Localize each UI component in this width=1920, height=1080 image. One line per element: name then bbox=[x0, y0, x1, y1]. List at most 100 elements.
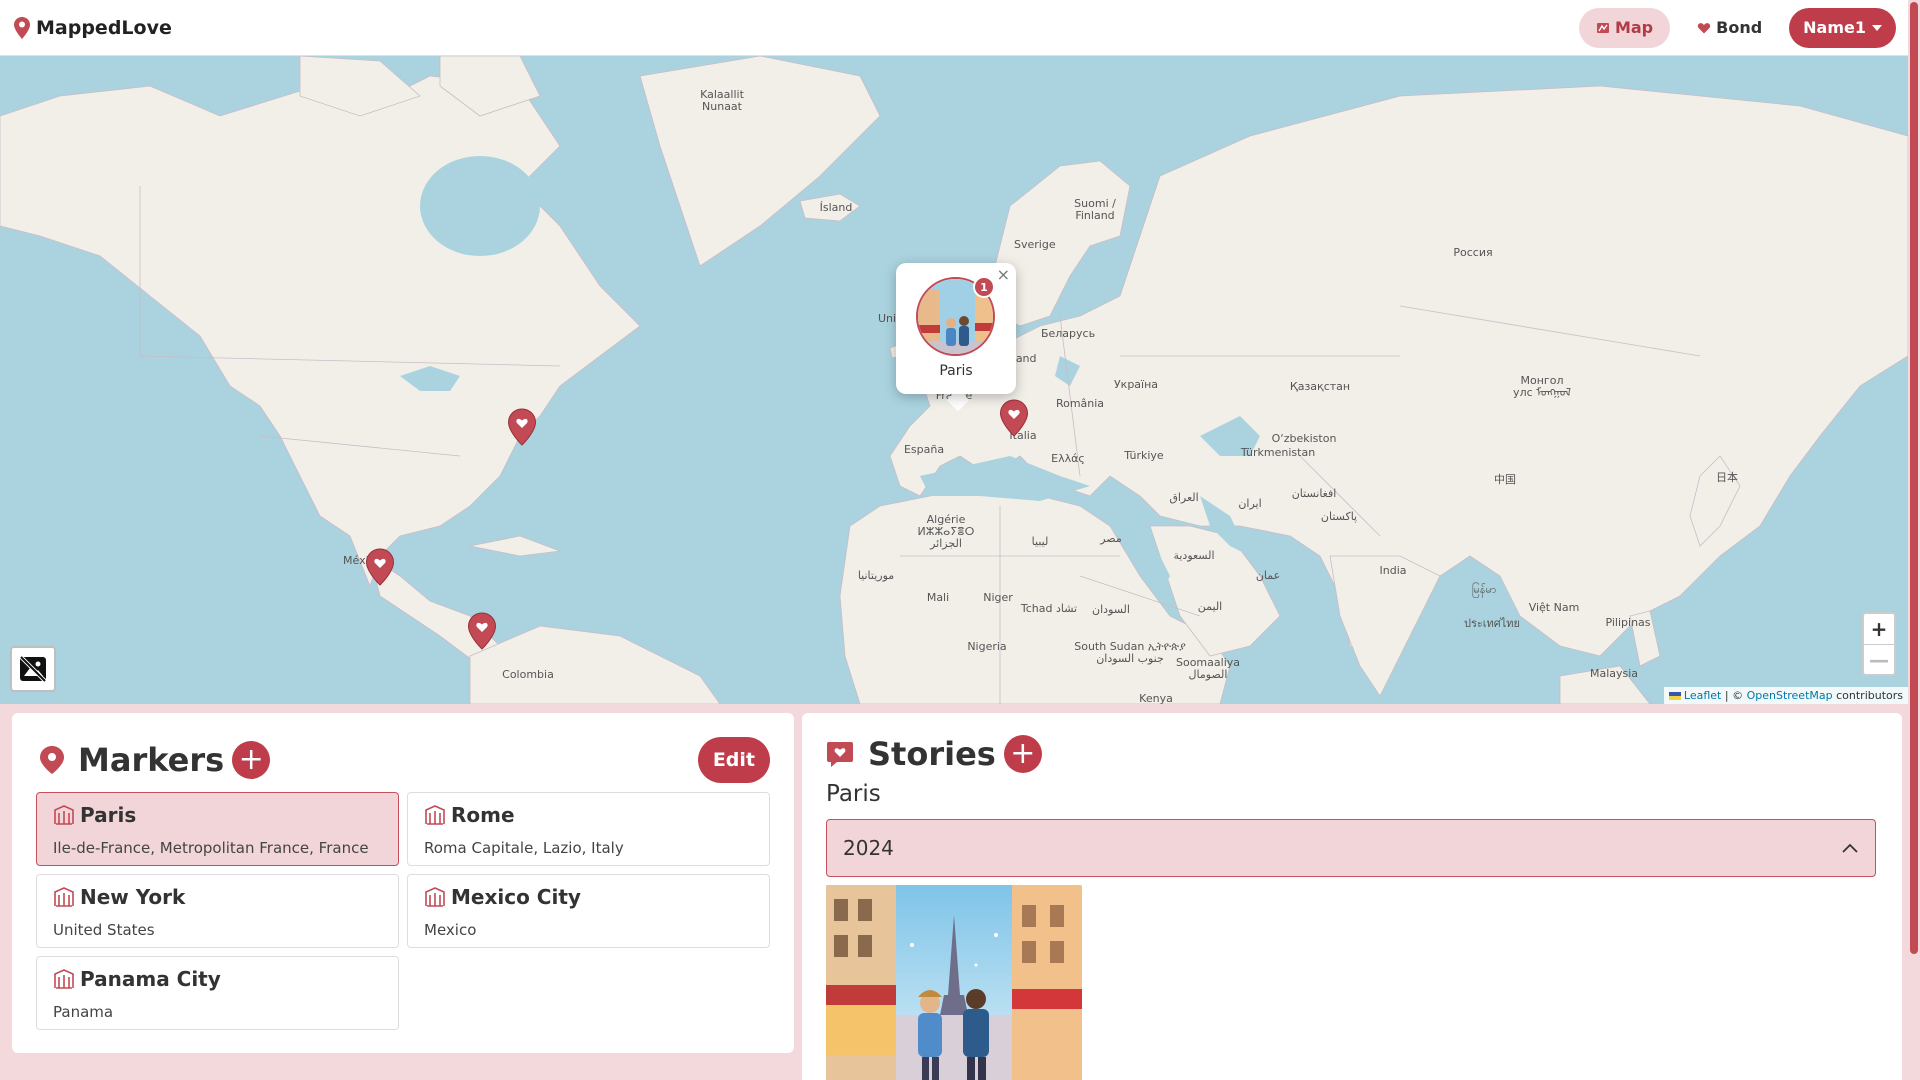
marker-location: United States bbox=[53, 921, 155, 939]
map-label-pilipinas: Pilipinas bbox=[1605, 616, 1651, 629]
building-icon bbox=[425, 887, 445, 907]
attribution-separator: | © bbox=[1721, 689, 1747, 702]
stories-title: Stories bbox=[868, 735, 996, 773]
stories-panel: Stories + Paris 2024 bbox=[802, 713, 1902, 1080]
marker-name: Paris bbox=[80, 803, 137, 827]
couple-in-paris-illustration bbox=[826, 885, 1082, 1080]
map-label-india: India bbox=[1379, 564, 1407, 577]
map-label-sudan: السودان bbox=[1092, 603, 1130, 616]
zoom-in-button[interactable]: + bbox=[1864, 614, 1894, 644]
map-label-libya: ليبيا bbox=[1031, 535, 1049, 548]
marker-name: Rome bbox=[451, 803, 515, 827]
attribution-contributors: contributors bbox=[1832, 689, 1903, 702]
map-label-rossiya: Россия bbox=[1453, 246, 1493, 259]
building-icon bbox=[54, 887, 74, 907]
map-label-espana: España bbox=[903, 443, 945, 456]
popup-title: Paris bbox=[939, 363, 973, 379]
add-marker-button[interactable]: + bbox=[232, 741, 271, 779]
map-label-ellas: Ελλάς bbox=[1051, 452, 1085, 465]
map-label-saudi: السعودية bbox=[1173, 549, 1215, 562]
map-label-uzbekistan: O‘zbekiston bbox=[1271, 432, 1337, 445]
marker-location: Panama bbox=[53, 1003, 114, 1021]
popup-story-count: 1 bbox=[973, 276, 995, 298]
marker-card-paris[interactable]: Paris Ile-de-France, Metropolitan France… bbox=[36, 792, 399, 866]
map-label-zhongguo: 中国 bbox=[1494, 473, 1516, 486]
map-label-misr: مصر bbox=[1100, 532, 1122, 545]
year-label: 2024 bbox=[843, 836, 894, 860]
map-label-iran: ایران bbox=[1238, 497, 1262, 510]
nav-map-label: Map bbox=[1614, 18, 1654, 37]
map-label-thailand: ประเทศไทย bbox=[1463, 617, 1521, 630]
map-pin-icon bbox=[40, 746, 64, 774]
marker-card-panama-city[interactable]: Panama City Panama bbox=[36, 956, 399, 1030]
map-label-kalaallit: Kalaallit Nunaat bbox=[700, 88, 744, 113]
marker-name: Panama City bbox=[80, 967, 221, 991]
zoom-control: + — bbox=[1862, 612, 1896, 676]
stories-place-name: Paris bbox=[826, 781, 881, 807]
image-off-icon bbox=[19, 655, 47, 683]
page-scrollbar[interactable] bbox=[1908, 0, 1920, 1080]
heart-icon bbox=[1697, 22, 1711, 33]
brand[interactable]: MappedLove bbox=[14, 16, 172, 39]
scrollbar-thumb[interactable] bbox=[1910, 2, 1918, 954]
user-menu-button[interactable]: Name1 bbox=[1789, 7, 1896, 48]
marker-card-mexico-city[interactable]: Mexico City Mexico bbox=[407, 874, 770, 948]
map-label-uk: Uni bbox=[878, 312, 897, 325]
chevron-up-icon bbox=[1842, 843, 1858, 853]
marker-location: Ile-de-France, Metropolitan France, Fran… bbox=[53, 839, 369, 857]
map-label-suomi: Suomi / Finland bbox=[1074, 197, 1116, 222]
map-label-pakistan: پاکستان bbox=[1320, 510, 1358, 523]
zoom-out-button[interactable]: — bbox=[1864, 644, 1894, 674]
heart-message-icon bbox=[827, 742, 853, 767]
map-label-island: Ísland bbox=[819, 201, 853, 214]
map-marker-new-york[interactable] bbox=[507, 408, 537, 446]
add-story-button[interactable]: + bbox=[1003, 735, 1042, 773]
edit-markers-button[interactable]: Edit bbox=[697, 737, 770, 783]
map-label-mauritania: موريتانيا bbox=[857, 569, 895, 582]
hide-images-toggle-button[interactable] bbox=[10, 646, 56, 692]
markers-panel: Markers + Edit Paris Ile-de-France, Metr… bbox=[12, 713, 794, 1053]
map-label-turkmenistan: Türkmenistan bbox=[1240, 446, 1316, 459]
map-label-algerie: Algérie ⵍⵣⵣⴰⵢⴻⵔ الجزائر bbox=[917, 513, 975, 550]
map-marker-mexico-city[interactable] bbox=[365, 548, 395, 586]
markers-title: Markers bbox=[78, 741, 225, 779]
ukraine-flag-icon bbox=[1668, 692, 1681, 700]
user-name: Name1 bbox=[1803, 18, 1866, 37]
osm-link[interactable]: OpenStreetMap bbox=[1747, 689, 1833, 702]
marker-name: Mexico City bbox=[451, 885, 581, 909]
marker-card-new-york[interactable]: New York United States bbox=[36, 874, 399, 948]
story-thumbnail[interactable] bbox=[826, 885, 1082, 1080]
marker-name: New York bbox=[80, 885, 186, 909]
map-label-mongol: Монгол улс ᠮᠤᠩᠭᠤᠯ bbox=[1513, 374, 1571, 399]
map-label-ukraina: Україна bbox=[1113, 378, 1159, 391]
nav-map-button[interactable]: Map bbox=[1578, 7, 1671, 48]
map-label-niger: Niger bbox=[983, 591, 1013, 604]
map-label-afghanistan: افغانستان bbox=[1291, 487, 1337, 500]
map-label-nigeria: Nigeria bbox=[967, 640, 1007, 653]
map-label-kenya: Kenya bbox=[1139, 692, 1173, 705]
world-map[interactable]: Kalaallit Nunaat Ísland Suomi / Finland Sv… bbox=[0, 56, 1908, 704]
map-label-romania: România bbox=[1055, 397, 1105, 410]
marker-card-rome[interactable]: Rome Roma Capitale, Lazio, Italy bbox=[407, 792, 770, 866]
map-label-southsudan: South Sudan ኢትዮጵያ جنوب السودان bbox=[1074, 640, 1186, 665]
map-label-oman: عمان bbox=[1255, 569, 1281, 582]
leaflet-link[interactable]: Leaflet bbox=[1684, 689, 1721, 702]
map-label-yemen: اليمن bbox=[1197, 600, 1223, 613]
map-marker-panama-city[interactable] bbox=[467, 612, 497, 650]
marker-popup: × 1 Paris bbox=[896, 263, 1016, 394]
map-label-colombia: Colombia bbox=[502, 668, 554, 681]
nav-bond-button[interactable]: Bond bbox=[1680, 8, 1779, 48]
map-marker-rome[interactable] bbox=[999, 399, 1029, 437]
building-icon bbox=[54, 805, 74, 825]
map-label-malaysia: Malaysia bbox=[1589, 667, 1639, 680]
map-attribution: Leaflet | © OpenStreetMap contributors bbox=[1663, 687, 1908, 704]
map-label-tchad: Tchad تشاد bbox=[1020, 602, 1078, 615]
year-accordion-2024[interactable]: 2024 bbox=[826, 819, 1876, 877]
building-icon bbox=[425, 805, 445, 825]
close-icon[interactable]: × bbox=[997, 265, 1010, 284]
map-label-turkiye: Türkiye bbox=[1124, 449, 1164, 462]
marker-location: Mexico bbox=[424, 921, 477, 939]
brand-name: MappedLove bbox=[36, 16, 172, 39]
map-icon bbox=[1596, 22, 1609, 33]
map-label-somalia: Soomaaliya الصومال bbox=[1175, 656, 1241, 681]
